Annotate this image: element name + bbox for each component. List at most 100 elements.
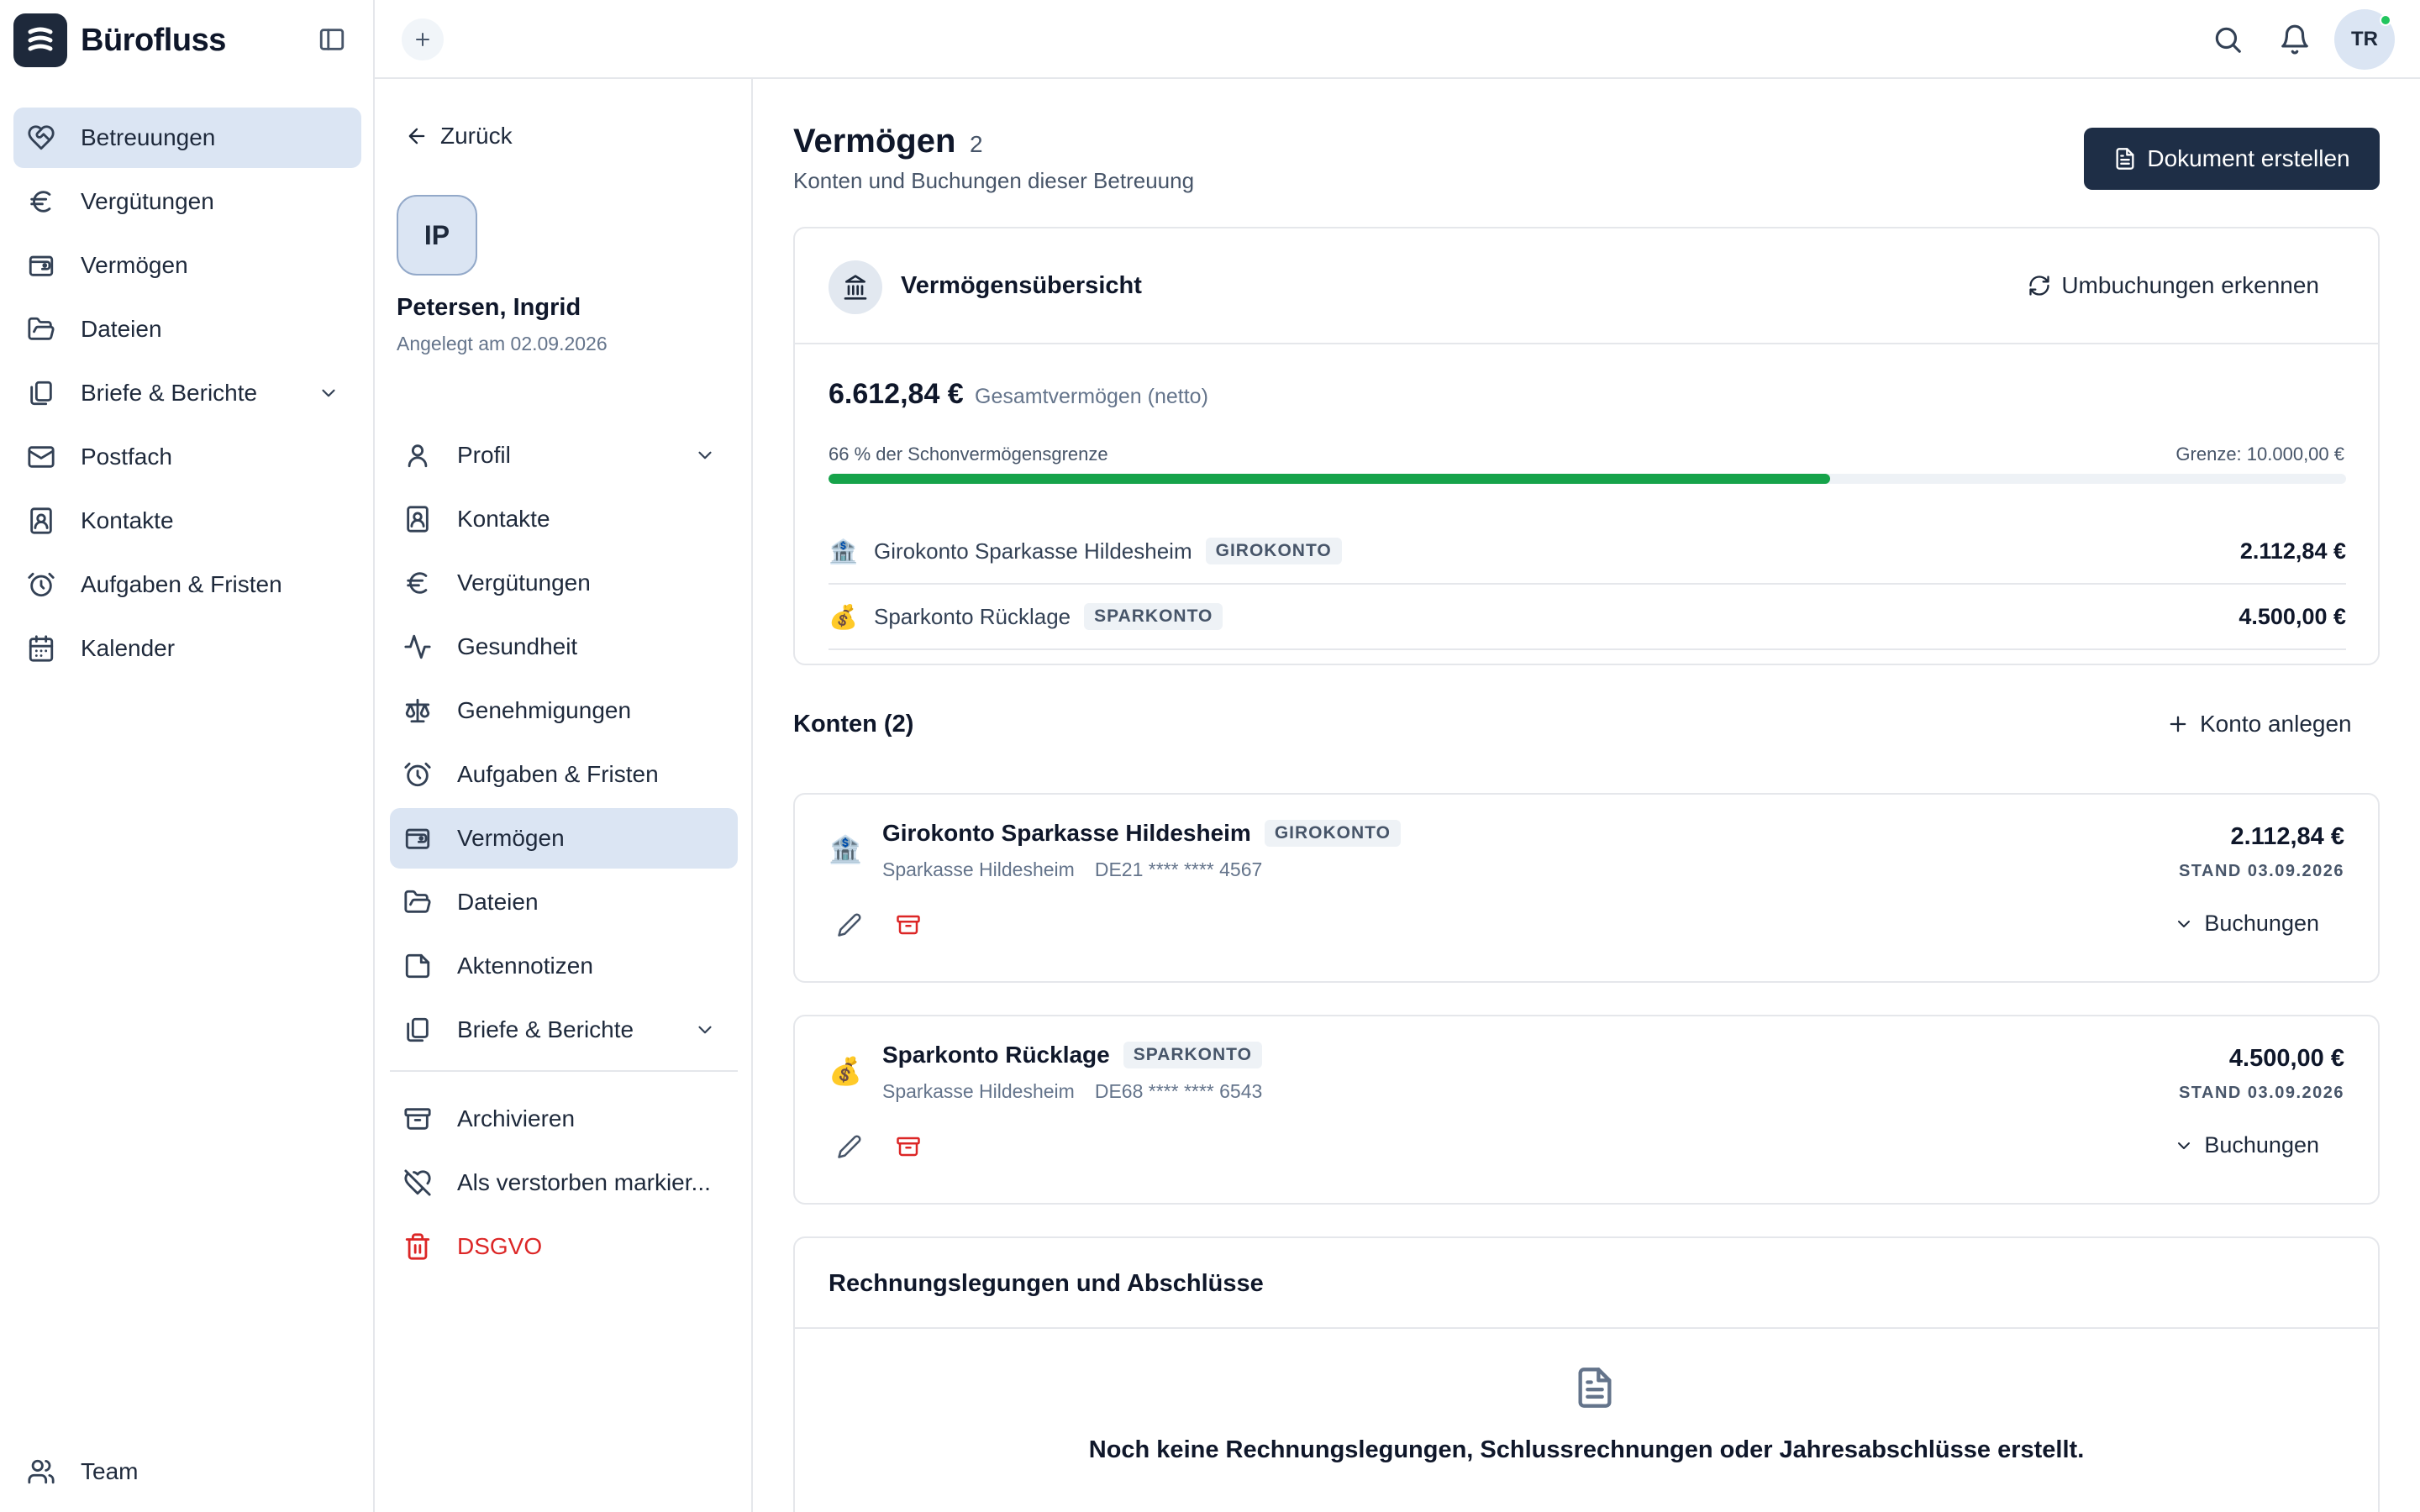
mark-deceased-button[interactable]: Als verstorben markier... — [390, 1152, 738, 1213]
reports-empty-state: Noch keine Rechnungslegungen, Schlussrec… — [1088, 1436, 2085, 1463]
user-avatar[interactable]: TR — [2334, 9, 2395, 70]
alarm-clock-icon — [28, 572, 55, 597]
heart-handshake-icon — [28, 125, 55, 150]
sidebar-item-kontakte[interactable]: Kontakte — [13, 491, 361, 551]
archive-account-button[interactable] — [896, 912, 921, 937]
brand-logo-icon — [13, 13, 67, 67]
bell-icon[interactable] — [2279, 24, 2311, 55]
bank-emoji-icon: 🏦 — [829, 538, 858, 564]
sidebar-toggle-icon[interactable] — [318, 25, 346, 54]
back-link[interactable]: Zurück — [405, 123, 513, 150]
app-sidebar: Bürofluss Betreuungen Vergütungen Vermög… — [0, 0, 375, 1512]
person-created-date: Angelegt am 02.09.2026 — [397, 333, 608, 354]
case-nav-kontakte[interactable]: Kontakte — [390, 489, 738, 549]
document-empty-icon — [1573, 1364, 1617, 1411]
sidebar-item-dateien[interactable]: Dateien — [13, 299, 361, 360]
detect-transfers-button[interactable]: Umbuchungen erkennen — [2028, 272, 2319, 299]
landmark-icon — [829, 260, 882, 314]
presence-indicator — [2380, 14, 2391, 26]
money-bag-emoji-icon: 💰 — [829, 603, 858, 630]
accounts-section-title: Konten (2) — [793, 711, 914, 738]
case-nav-aufgaben-fristen[interactable]: Aufgaben & Fristen — [390, 744, 738, 805]
sidebar-item-postfach[interactable]: Postfach — [13, 427, 361, 487]
case-nav-briefe-berichte[interactable]: Briefe & Berichte — [390, 1000, 738, 1060]
archive-icon — [897, 1137, 920, 1157]
person-avatar: IP — [397, 195, 477, 276]
asset-overview-card: Vermögensübersicht Umbuchungen erkennen … — [793, 227, 2380, 665]
page-count: 2 — [970, 131, 983, 157]
account-iban: DE21 **** **** 4567 — [1094, 858, 1263, 880]
case-nav-gesundheit[interactable]: Gesundheit — [390, 617, 738, 677]
wallet-icon — [405, 828, 430, 849]
wallet-icon — [29, 255, 54, 276]
activity-icon — [404, 634, 431, 659]
case-nav-profil[interactable]: Profil — [390, 425, 738, 486]
add-account-button[interactable]: Konto anlegen — [2166, 711, 2352, 738]
user-icon — [408, 444, 428, 468]
euro-icon — [407, 572, 428, 594]
sidebar-item-kalender[interactable]: Kalender — [13, 618, 361, 679]
archive-icon — [404, 1108, 431, 1130]
sidebar-item-vermoegen[interactable]: Vermögen — [13, 235, 361, 296]
case-nav-verguetungen[interactable]: Vergütungen — [390, 553, 738, 613]
account-bank: Sparkasse Hildesheim — [882, 858, 1075, 880]
reports-title: Rechnungslegungen und Abschlüsse — [829, 1270, 1264, 1297]
bank-emoji-icon: 🏦 — [829, 834, 862, 864]
protected-assets-limit: Grenze: 10.000,00 € — [2175, 444, 2344, 465]
archive-account-button[interactable] — [896, 1134, 921, 1159]
folder-open-icon — [404, 890, 431, 913]
edit-account-button[interactable] — [837, 1134, 862, 1159]
account-balance: 4.500,00 € — [2228, 1045, 2344, 1072]
toggle-transactions-button[interactable]: Buchungen — [2174, 911, 2319, 937]
archive-icon — [897, 915, 920, 935]
heart-off-icon — [404, 1169, 431, 1196]
brand[interactable]: Bürofluss — [13, 13, 226, 67]
main-nav: Betreuungen Vergütungen Vermögen Dateien… — [13, 108, 361, 682]
archive-case-button[interactable]: Archivieren — [390, 1089, 738, 1149]
sidebar-item-verguetungen[interactable]: Vergütungen — [13, 171, 361, 232]
create-document-button[interactable]: Dokument erstellen — [2084, 128, 2380, 190]
case-nav-dateien[interactable]: Dateien — [390, 872, 738, 932]
case-nav-divider — [390, 1070, 738, 1072]
total-assets-label: Gesamtvermögen (netto) — [975, 385, 1208, 408]
chevron-down-icon — [2178, 1142, 2191, 1149]
case-nav: Profil Kontakte Vergütungen Gesundheit G… — [390, 425, 738, 1280]
files-icon — [407, 1017, 429, 1042]
account-card: 🏦 Girokonto Sparkasse Hildesheim GIROKON… — [793, 793, 2380, 983]
refresh-icon — [2029, 276, 2049, 296]
sidebar-item-aufgaben-fristen[interactable]: Aufgaben & Fristen — [13, 554, 361, 615]
sidebar-item-team[interactable]: Team — [13, 1441, 361, 1502]
account-balance-date: STAND 03.09.2026 — [2178, 862, 2344, 880]
protected-assets-progress-label: 66 % der Schonvermögensgrenze — [829, 444, 1108, 465]
account-type-badge: SPARKONTO — [1084, 603, 1223, 630]
euro-icon — [30, 191, 51, 213]
alarm-clock-icon — [404, 762, 431, 787]
pencil-icon — [838, 1135, 861, 1158]
brand-name: Bürofluss — [81, 22, 226, 58]
sidebar-item-briefe-berichte[interactable]: Briefe & Berichte — [13, 363, 361, 423]
progress-fill — [829, 474, 1830, 484]
edit-account-button[interactable] — [837, 912, 862, 937]
chevron-down-icon — [2178, 920, 2191, 927]
scale-icon — [405, 698, 430, 723]
account-bank: Sparkasse Hildesheim — [882, 1080, 1075, 1102]
quick-add-button[interactable] — [402, 18, 444, 60]
users-icon — [28, 1459, 55, 1484]
page-subtitle: Konten und Buchungen dieser Betreuung — [793, 168, 1195, 193]
main-content: Vermögen 2 Konten und Buchungen dieser B… — [753, 79, 2420, 1512]
case-panel: Zurück IP Petersen, Ingrid Angelegt am 0… — [375, 79, 753, 1512]
dsgvo-delete-button[interactable]: DSGVO — [390, 1216, 738, 1277]
plus-icon — [2170, 716, 2186, 732]
toggle-transactions-button[interactable]: Buchungen — [2174, 1132, 2319, 1158]
person-name: Petersen, Ingrid — [397, 294, 581, 321]
chevron-down-icon — [322, 389, 335, 397]
case-nav-vermoegen[interactable]: Vermögen — [390, 808, 738, 869]
mail-icon — [28, 446, 55, 468]
case-nav-aktennotizen[interactable]: Aktennotizen — [390, 936, 738, 996]
reports-card: Rechnungslegungen und Abschlüsse Noch ke… — [793, 1236, 2380, 1512]
sticky-note-icon — [405, 953, 430, 979]
case-nav-genehmigungen[interactable]: Genehmigungen — [390, 680, 738, 741]
account-name: Sparkonto Rücklage — [882, 1042, 1110, 1068]
sidebar-item-betreuungen[interactable]: Betreuungen — [13, 108, 361, 168]
search-icon[interactable] — [2212, 24, 2244, 55]
